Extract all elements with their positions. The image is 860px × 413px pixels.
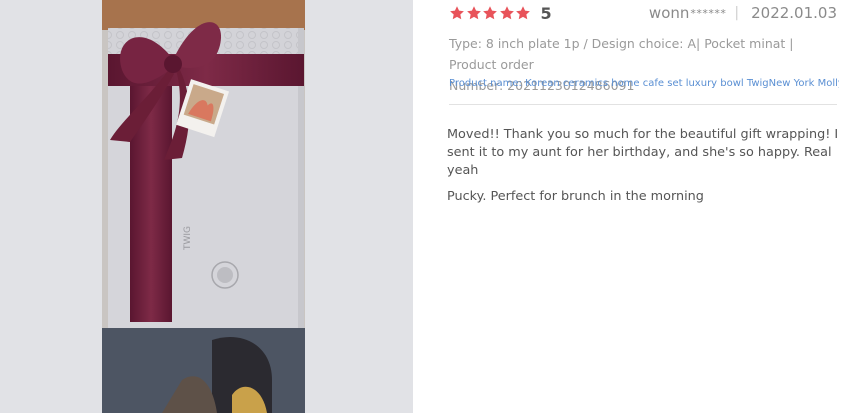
gift-box-illustration: TWIG	[102, 0, 305, 413]
star-rating	[449, 5, 532, 21]
review-photo[interactable]: TWIG	[102, 0, 305, 413]
star-icon	[515, 5, 531, 21]
review-item: 5 wonn ****** | 2022.01.03 Type: 8 inch …	[447, 0, 840, 413]
star-icon	[449, 5, 465, 21]
product-name-label: Product name:	[449, 78, 526, 89]
review-meta: wonn ****** | 2022.01.03	[649, 4, 837, 22]
review-content: Moved!! Thank you so much for the beauti…	[447, 126, 840, 206]
rating-value: 5	[540, 3, 552, 23]
photo-panel: TWIG	[0, 0, 413, 413]
star-icon	[499, 5, 515, 21]
product-name-text[interactable]: Korean ceramics home cafe set luxury bow…	[525, 78, 839, 89]
meta-separator: |	[734, 5, 740, 21]
author-mask: ******	[690, 6, 727, 20]
star-icon	[482, 5, 498, 21]
product-name-link[interactable]: Product name: Korean ceramics home cafe …	[449, 78, 839, 89]
star-icon	[466, 5, 482, 21]
review-text-continued: Pucky. Perfect for brunch in the morning	[447, 189, 704, 204]
options-line: Type: 8 inch plate 1p / Design choice: A…	[449, 36, 794, 72]
review-text: Moved!! Thank you so much for the beauti…	[447, 127, 839, 178]
review-date: 2022.01.03	[751, 4, 837, 22]
rating-row: 5	[449, 3, 552, 23]
box-print-text: TWIG	[183, 226, 193, 251]
author-name: wonn	[648, 4, 690, 22]
divider	[449, 104, 837, 105]
